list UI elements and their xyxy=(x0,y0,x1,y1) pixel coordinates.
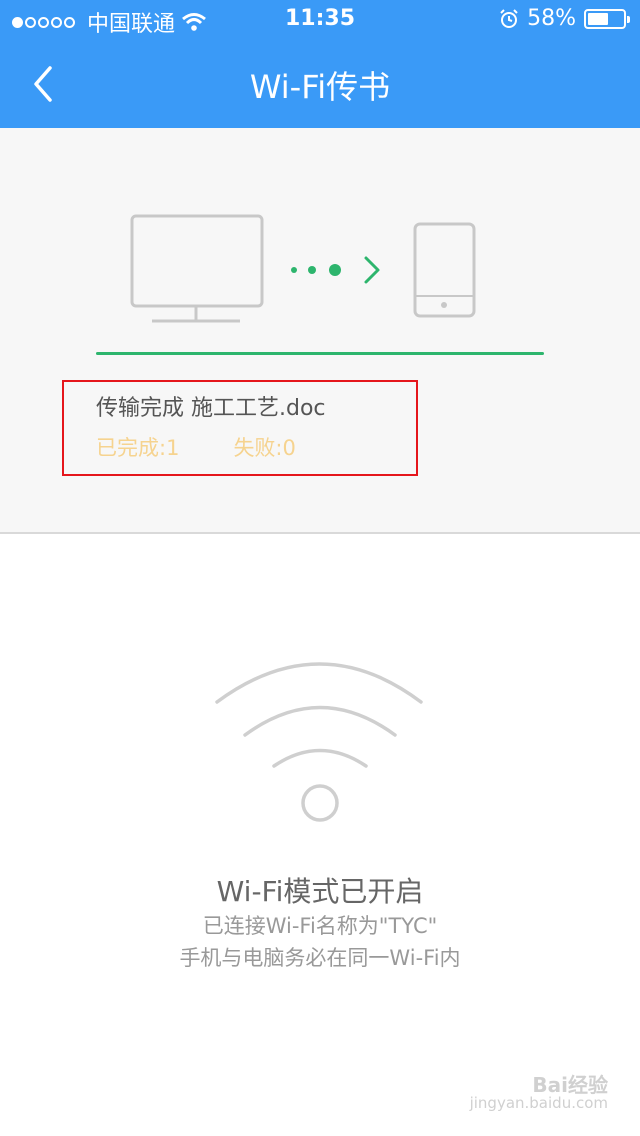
transfer-counts: 已完成:1 失败:0 xyxy=(96,432,296,462)
baidu-watermark: Bai经验 jingyan.baidu.com xyxy=(469,1073,608,1112)
wifi-mode-title: Wi-Fi模式已开启 xyxy=(216,875,424,908)
pc-to-phone-illustration xyxy=(130,214,476,323)
alarm-clock-icon xyxy=(500,8,518,28)
wifi-large-icon xyxy=(215,662,423,822)
battery-icon xyxy=(584,8,630,29)
top-bar: 中国联通 11:35 58% Wi-Fi传书 xyxy=(0,0,640,128)
status-right: 58% xyxy=(499,6,630,31)
watermark-url: jingyan.baidu.com xyxy=(469,1094,608,1112)
wifi-connected-name: 已连接Wi-Fi名称为"TYC" xyxy=(202,914,438,938)
section-divider xyxy=(0,532,640,534)
failed-count: 失败:0 xyxy=(233,436,296,460)
computer-icon xyxy=(130,214,264,323)
wifi-same-network-hint: 手机与电脑务必在同一Wi-Fi内 xyxy=(179,946,461,970)
watermark-brand: Bai经验 xyxy=(532,1073,608,1097)
phone-icon xyxy=(413,222,476,318)
page-title: Wi-Fi传书 xyxy=(249,68,391,106)
status-bar: 中国联通 11:35 58% xyxy=(0,0,640,40)
transfer-arrow-icon xyxy=(291,256,380,284)
transfer-status-text: 传输完成 施工工艺.doc xyxy=(96,396,326,421)
transfer-panel: 传输完成 施工工艺.doc 已完成:1 失败:0 xyxy=(0,128,640,532)
completed-count: 已完成:1 xyxy=(96,436,180,460)
transfer-progress-bar xyxy=(96,352,544,355)
battery-percent: 58% xyxy=(527,6,576,31)
